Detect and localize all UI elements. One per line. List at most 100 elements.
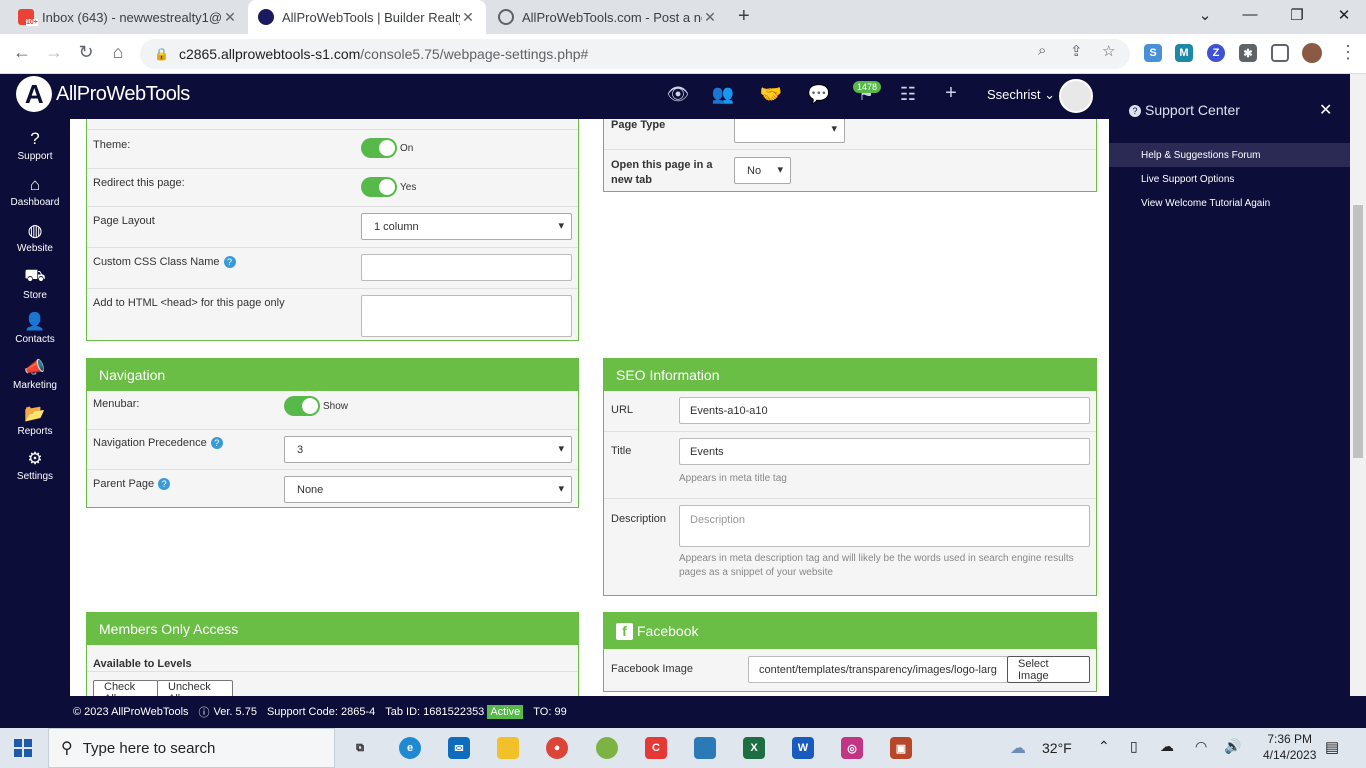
username: Ssechrist	[987, 87, 1041, 102]
mail-icon[interactable]: ✉	[448, 737, 470, 759]
menubar-toggle[interactable]	[284, 396, 320, 416]
facebook-image-input[interactable]: content/templates/transparency/images/lo…	[748, 656, 1008, 683]
redirect-toggle[interactable]	[361, 177, 397, 197]
seo-url-input[interactable]: Events-a10-a10	[679, 397, 1090, 424]
check-all-button[interactable]: Check All	[93, 680, 158, 696]
close-window-button[interactable]: ✕	[1334, 6, 1354, 24]
task-list-icon[interactable]: ☷	[895, 84, 921, 105]
new-tab-button[interactable]: +	[738, 5, 750, 28]
new-tab-select[interactable]: No ▾	[734, 157, 791, 184]
sidebar-item-website[interactable]: ◍ Website	[0, 221, 70, 254]
eye-icon[interactable]: 👁	[665, 84, 691, 105]
url-path: /console5.75/webpage-settings.php#	[360, 46, 589, 62]
back-icon[interactable]: ←	[10, 42, 34, 63]
excel-icon[interactable]: X	[743, 737, 765, 759]
address-bar[interactable]: 🔒 c2865.allprowebtools-s1.com/console5.7…	[140, 39, 1130, 69]
theme-toggle[interactable]	[361, 138, 397, 158]
tab-title: Inbox (643) - newwestrealty1@gm	[42, 9, 222, 25]
user-menu[interactable]: Ssechrist ⌄	[987, 87, 1055, 103]
taskbar-search[interactable]: ⚲ Type here to search	[48, 728, 335, 768]
profile-avatar[interactable]	[1302, 43, 1322, 63]
logo[interactable]: A AllProWebTools	[16, 76, 190, 112]
seo-title-input[interactable]: Events	[679, 438, 1090, 465]
support-link-tutorial[interactable]: View Welcome Tutorial Again	[1109, 191, 1350, 215]
word-icon[interactable]: W	[792, 737, 814, 759]
app-window-icon[interactable]	[694, 737, 716, 759]
share-icon[interactable]: ⇪	[1070, 42, 1083, 60]
sidebar-item-support[interactable]: ? Support	[0, 129, 70, 162]
edge-icon[interactable]: e	[399, 737, 421, 759]
tab-search-icon[interactable]: ⌄	[1195, 6, 1215, 24]
side-panel-icon[interactable]	[1271, 44, 1289, 62]
weather-icon[interactable]: ☁	[1010, 738, 1026, 758]
main-content: Theme: On Redirect this page: Yes Page L…	[70, 119, 1109, 696]
parent-page-select[interactable]: None ▾	[284, 476, 572, 503]
parent-page-text: Parent Page	[93, 478, 155, 490]
close-tab-icon[interactable]: ✕	[702, 9, 718, 26]
file-explorer-icon[interactable]	[497, 737, 519, 759]
extension-z-icon[interactable]: Z	[1207, 44, 1225, 62]
app-icon[interactable]	[596, 737, 618, 759]
css-class-input[interactable]	[361, 254, 572, 281]
home-icon[interactable]: ⌂	[106, 42, 130, 63]
clock[interactable]: 7:36 PM 4/14/2023	[1263, 731, 1316, 763]
bookmark-star-icon[interactable]: ☆	[1102, 42, 1115, 60]
seo-description-textarea[interactable]: Description	[679, 505, 1090, 547]
sidebar-item-dashboard[interactable]: ⌂ Dashboard	[0, 175, 70, 208]
sidebar-item-marketing[interactable]: 📣 Marketing	[0, 358, 70, 391]
tab-id: Tab ID: 1681522353	[385, 706, 485, 718]
support-link-forum[interactable]: Help & Suggestions Forum	[1109, 143, 1350, 167]
forward-icon[interactable]: →	[42, 42, 66, 63]
app-red-icon[interactable]: ▣	[890, 737, 912, 759]
restore-button[interactable]: ❐	[1287, 6, 1307, 24]
uncheck-all-button[interactable]: Uncheck All	[157, 680, 233, 696]
help-icon[interactable]: ?	[210, 437, 223, 449]
onedrive-icon[interactable]: ☁	[1160, 738, 1174, 755]
chat-icon[interactable]: 💬	[806, 84, 832, 105]
close-tab-icon[interactable]: ✕	[460, 9, 476, 26]
ccleaner-icon[interactable]: C	[645, 737, 667, 759]
globe-icon	[498, 9, 514, 25]
task-view-icon[interactable]: ⧉	[349, 737, 371, 759]
sidebar-item-store[interactable]: ⛟ Store	[0, 266, 70, 301]
sidebar-item-reports[interactable]: 📂 Reports	[0, 404, 70, 437]
extension-m-icon[interactable]: M	[1175, 44, 1193, 62]
close-tab-icon[interactable]: ✕	[222, 9, 238, 26]
close-icon[interactable]: ✕	[1319, 100, 1332, 120]
notifications-icon[interactable]: ▤	[1325, 738, 1339, 756]
page-layout-select[interactable]: 1 column ▾	[361, 213, 572, 240]
add-icon[interactable]: +	[938, 82, 964, 105]
sidebar-item-contacts[interactable]: 👤 Contacts	[0, 312, 70, 345]
reload-icon[interactable]: ↻	[74, 42, 98, 63]
wifi-icon[interactable]: ◠	[1195, 738, 1207, 755]
page-type-select[interactable]: ▾	[734, 119, 845, 143]
tab-gmail[interactable]: 10+ Inbox (643) - newwestrealty1@gm ✕	[8, 0, 248, 34]
puzzle-icon[interactable]: ✱	[1239, 44, 1257, 62]
css-class-label: Custom CSS Class Name?	[93, 256, 236, 268]
zoom-icon[interactable]: ⌕	[1038, 42, 1046, 59]
handshake-icon[interactable]: 🤝	[758, 84, 784, 105]
html-head-textarea[interactable]	[361, 295, 572, 337]
select-image-button[interactable]: Select Image	[1007, 656, 1090, 683]
chevron-up-icon[interactable]: ⌃	[1098, 738, 1110, 755]
date: 4/14/2023	[1263, 748, 1317, 762]
help-icon[interactable]: ?	[223, 256, 236, 268]
tab-allprowebtools-forum[interactable]: AllProWebTools.com - Post a new ✕	[488, 0, 728, 34]
windows-start-icon[interactable]	[14, 739, 32, 757]
sidebar-item-settings[interactable]: ⚙ Settings	[0, 449, 70, 482]
scrollbar-thumb[interactable]	[1353, 205, 1363, 458]
chrome-icon[interactable]: ●	[546, 737, 568, 759]
tab-allprowebtools[interactable]: AllProWebTools | Builder Realty C ✕	[248, 0, 486, 34]
extension-icon[interactable]: S	[1144, 44, 1162, 62]
avatar[interactable]	[1059, 79, 1093, 113]
menu-dots-icon[interactable]: ⋮	[1336, 42, 1360, 63]
support-link-live[interactable]: Live Support Options	[1109, 167, 1350, 191]
instagram-icon[interactable]: ◎	[841, 737, 863, 759]
browser-tab-strip: 10+ Inbox (643) - newwestrealty1@gm ✕ Al…	[0, 0, 1366, 34]
precedence-select[interactable]: 3 ▾	[284, 436, 572, 463]
volume-icon[interactable]: 🔊	[1224, 738, 1241, 755]
users-icon[interactable]: 👥	[710, 84, 736, 105]
help-icon[interactable]: ?	[158, 478, 171, 490]
device-icon[interactable]: ▯	[1130, 738, 1138, 755]
minimize-button[interactable]: —	[1240, 6, 1260, 23]
